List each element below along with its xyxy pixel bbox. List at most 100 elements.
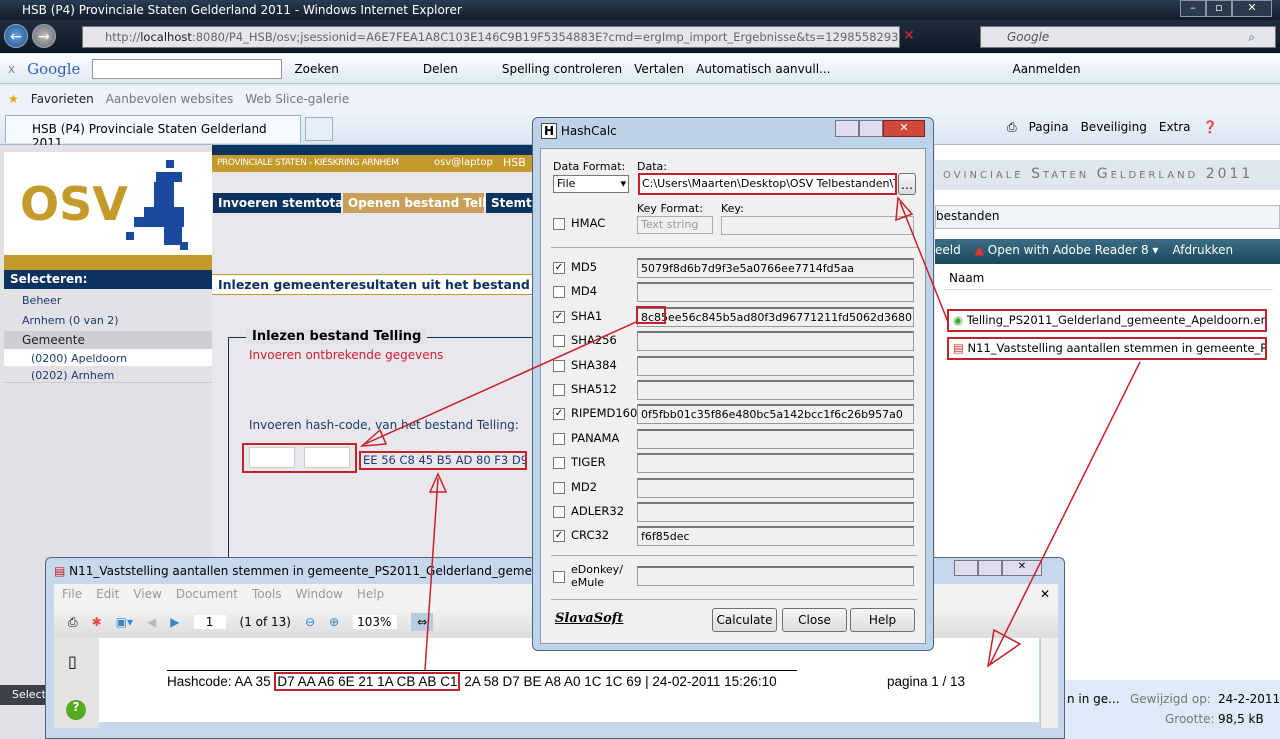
next-page-icon[interactable]: ▶ — [170, 615, 179, 629]
calculate-button[interactable]: Calculate — [712, 608, 777, 632]
favorites-button[interactable]: Favorieten — [31, 92, 94, 106]
google-search-input[interactable] — [92, 58, 283, 79]
window-title-bar: HSB (P4) Provinciale Staten Gelderland 2… — [0, 0, 1280, 20]
sidebar-item-arnhem-gemeente[interactable]: (0202) Arnhem — [4, 366, 212, 383]
print-icon[interactable]: ⎙ — [1007, 120, 1017, 135]
close-button[interactable]: ✕ — [1232, 0, 1272, 17]
close-dialog-button[interactable]: Close — [782, 608, 847, 632]
zoeken-button[interactable]: Zoeken — [294, 62, 338, 76]
new-tab-button[interactable] — [305, 117, 333, 141]
spelling-button[interactable]: Spelling controleren — [502, 62, 622, 76]
beveiliging-menu[interactable]: Beveiliging — [1081, 120, 1147, 134]
data-input[interactable]: C:\Users\Maarten\Desktop\OSV Telbestande… — [638, 173, 897, 195]
search-input[interactable]: Google ⌕ — [980, 26, 1276, 48]
fieldset-legend: Inlezen bestand Telling — [246, 329, 428, 344]
stop-icon[interactable]: ✕ — [903, 28, 915, 44]
fit-width-icon[interactable]: ⇔ — [411, 613, 434, 631]
collab-icon[interactable]: ✱ — [92, 615, 102, 629]
hash-input-2[interactable] — [304, 447, 350, 468]
explorer-breadcrumb[interactable]: bestanden — [935, 205, 1280, 229]
sha256-checkbox[interactable] — [553, 335, 565, 348]
maximize-button[interactable]: ▫ — [1206, 0, 1232, 17]
panama-checkbox[interactable] — [553, 432, 565, 445]
help-button[interactable]: Help — [850, 608, 915, 632]
window-controls: – ▫ ✕ — [1180, 0, 1272, 17]
forward-button[interactable]: → — [32, 24, 56, 48]
print-button[interactable]: Afdrukken — [1172, 243, 1233, 264]
menu-view[interactable]: View — [133, 587, 161, 603]
minimize-button[interactable] — [835, 120, 859, 137]
key-input[interactable] — [721, 216, 914, 235]
minimize-button[interactable] — [954, 560, 978, 576]
adler32-checkbox[interactable] — [553, 506, 565, 518]
md2-checkbox[interactable] — [553, 481, 565, 494]
tab-invoeren-stemtotalen[interactable]: Invoeren stemtotalen — [213, 193, 364, 213]
acrobat-window-controls: ✕ — [954, 560, 1042, 576]
tab-openen-bestand[interactable]: Openen bestand Telling — [343, 193, 508, 213]
hash-input-1[interactable] — [249, 447, 295, 468]
sha512-checkbox[interactable] — [553, 384, 565, 396]
web-slice-gallery[interactable]: Web Slice-galerie — [245, 92, 349, 106]
sidebar-item-arnhem[interactable]: Arnhem (0 van 2) — [4, 311, 212, 330]
sidebar-item-beheer[interactable]: Beheer — [4, 291, 212, 310]
extra-menu[interactable]: Extra — [1159, 120, 1191, 134]
menu-document[interactable]: Document — [176, 587, 238, 603]
help-icon: ? — [66, 700, 86, 720]
open-adobe-button[interactable]: ▲ Open with Adobe Reader 8 ▾ — [975, 243, 1159, 264]
edonkey-checkbox[interactable] — [553, 571, 565, 583]
minimize-button[interactable]: – — [1180, 0, 1206, 17]
menu-window[interactable]: Window — [296, 587, 343, 603]
autofill-button[interactable]: Automatisch aanvull... — [696, 62, 830, 76]
print-icon[interactable]: ⎙ — [68, 615, 78, 630]
menu-edit[interactable]: Edit — [96, 587, 119, 603]
browser-tab[interactable]: HSB (P4) Provinciale Staten Gelderland 2… — [5, 115, 301, 150]
sha384-checkbox[interactable] — [553, 359, 565, 372]
menu-file[interactable]: File — [62, 587, 82, 603]
aanmelden-button[interactable]: Aanmelden — [1012, 62, 1080, 76]
crc32-checkbox[interactable]: ✓ — [553, 530, 565, 543]
menu-help[interactable]: Help — [357, 587, 384, 603]
browse-button[interactable]: … — [898, 173, 916, 195]
hash-row-sha1: ✓ SHA1 8c85ee56c845b5ad80f3d96771211fd5062… — [541, 306, 927, 328]
hash-label: MD5 — [571, 260, 598, 274]
close-doc-icon[interactable]: ✕ — [1040, 587, 1050, 603]
page-header-strip: Provinciale staten - Kieskring Arnhem os… — [212, 155, 532, 172]
sha384-value — [637, 355, 914, 376]
sha1-checkbox[interactable]: ✓ — [553, 310, 565, 323]
zoom-input[interactable]: 103% — [353, 615, 398, 629]
close-button[interactable]: ✕ — [1002, 560, 1042, 576]
md4-checkbox[interactable] — [553, 286, 565, 299]
ripemd160-checkbox[interactable]: ✓ — [553, 408, 565, 421]
slavasoft-logo: SlavaSoft — [555, 611, 624, 626]
data-format-select[interactable]: File ▾ — [553, 175, 629, 193]
close-button[interactable]: ✕ — [883, 120, 925, 137]
zoom-in-icon[interactable]: ⊕ — [329, 615, 339, 629]
file-n11[interactable]: ▤ N11_Vaststelling aantallen stemmen in … — [947, 337, 1267, 360]
tab-stemtotalen[interactable]: Stemto — [486, 193, 532, 213]
zoom-out-icon[interactable]: ⊖ — [305, 615, 315, 629]
maximize-button[interactable] — [859, 120, 883, 137]
menu-tools[interactable]: Tools — [252, 587, 282, 603]
back-button[interactable]: ← — [4, 24, 28, 48]
pagina-menu[interactable]: Pagina — [1029, 120, 1069, 134]
suggested-sites[interactable]: Aanbevolen websites — [106, 92, 234, 106]
sidebar-item-apeldoorn[interactable]: (0200) Apeldoorn — [4, 349, 212, 366]
url-input[interactable]: http://localhost:8080/P4_HSB/osv;jsessio… — [82, 26, 900, 48]
md5-checkbox[interactable]: ✓ — [553, 262, 565, 274]
tiger-checkbox[interactable] — [553, 457, 565, 470]
prev-page-icon[interactable]: ◀ — [147, 615, 156, 629]
delen-button[interactable]: Delen — [423, 62, 458, 76]
help-icon[interactable]: ❓ — [1203, 120, 1218, 134]
file-telling[interactable]: ◉ Telling_PS2011_Gelderland_gemeente_Ape… — [947, 309, 1267, 332]
column-name[interactable]: Naam — [943, 268, 1273, 290]
scrollbar[interactable] — [1040, 638, 1058, 728]
page-number-input[interactable]: 1 — [193, 615, 226, 629]
hmac-checkbox[interactable] — [553, 218, 565, 230]
vertalen-button[interactable]: Vertalen — [634, 62, 684, 76]
key-format-select[interactable]: Text string — [637, 216, 713, 234]
close-toolbar-icon[interactable]: x — [8, 62, 15, 76]
maximize-button[interactable] — [978, 560, 1002, 576]
search-icon[interactable]: ⌕ — [1248, 30, 1255, 45]
view-button[interactable]: eeld — [935, 243, 961, 264]
share-icon[interactable]: ▣▾ — [116, 615, 133, 629]
